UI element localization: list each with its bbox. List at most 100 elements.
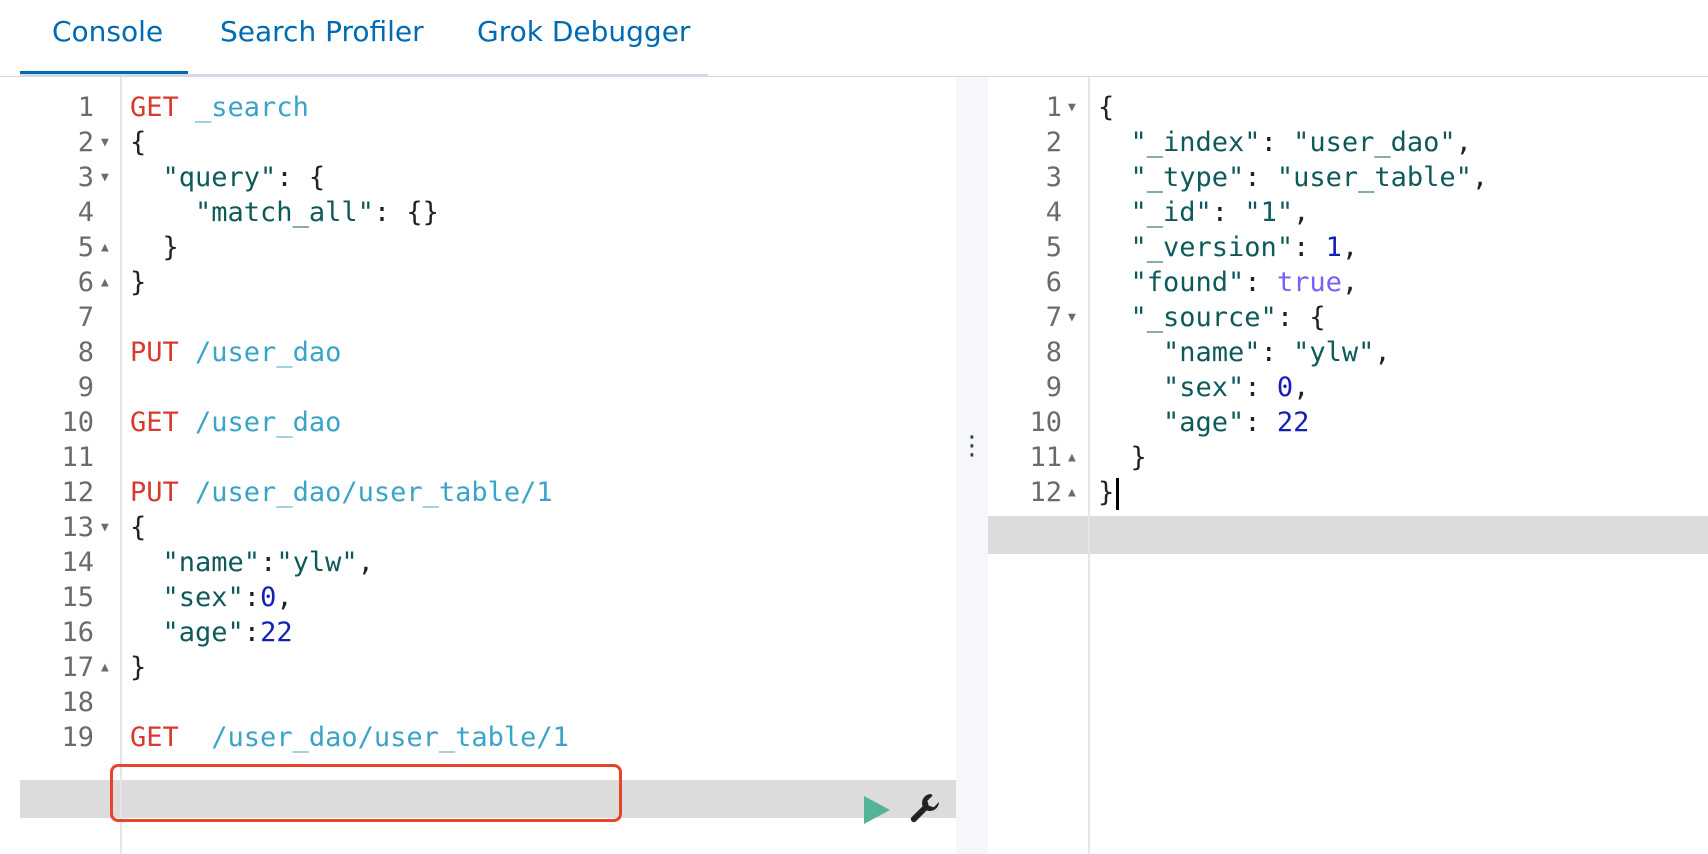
code-line[interactable]: 5 ▲ } — [0, 229, 956, 267]
token-punc — [1098, 127, 1131, 158]
token-punc — [1098, 372, 1163, 403]
code-line[interactable]: 17 ▲} — [0, 649, 956, 687]
code-text: { — [130, 509, 146, 547]
line-number: 2 — [77, 127, 94, 158]
request-highlight-box — [110, 764, 622, 822]
code-line[interactable]: 2 ▼ { — [0, 124, 956, 162]
line-number: 11 — [61, 442, 94, 473]
token-punc: } — [130, 232, 179, 263]
resize-handle-icon[interactable]: ⋮ — [956, 433, 988, 459]
code-line[interactable]: 9 "sex": 0, — [988, 369, 1708, 407]
token-key: "name" — [162, 547, 261, 578]
pane-resizer[interactable]: ⋮ — [956, 77, 988, 854]
code-line[interactable]: 4 "_id": "1", — [988, 194, 1708, 232]
tab-console[interactable]: Console — [52, 12, 163, 52]
token-num: 0 — [260, 582, 277, 613]
fold-toggle-up-icon[interactable]: ▲ — [1068, 439, 1076, 477]
code-text: "match_all": {} — [130, 194, 439, 232]
code-line[interactable]: 18 — [0, 684, 956, 722]
code-line[interactable]: 13 ▼ { — [0, 509, 956, 547]
code-text: } — [1098, 474, 1120, 512]
line-number: 9 — [77, 372, 94, 403]
fold-toggle-up-icon[interactable]: ▲ — [1068, 474, 1076, 512]
token-key: "_source" — [1130, 302, 1277, 333]
fold-toggle-up-icon[interactable]: ▲ — [101, 229, 109, 267]
fold-toggle-down-icon[interactable]: ▼ — [101, 159, 109, 197]
code-text: "name":"ylw", — [130, 544, 374, 582]
code-line[interactable]: 4 "match_all": {} — [0, 194, 956, 232]
code-line[interactable]: 1 ▼ { — [988, 89, 1708, 127]
code-line[interactable]: 6 "found": true, — [988, 264, 1708, 302]
token-punc: } — [1098, 477, 1115, 508]
token-bool: true — [1276, 267, 1342, 298]
code-line[interactable]: 16 "age":22 — [0, 614, 956, 652]
line-number: 3 — [77, 162, 94, 193]
token-punc: } — [1098, 442, 1147, 473]
token-punc — [130, 197, 195, 228]
token-method: GET — [130, 92, 179, 123]
fold-toggle-up-icon[interactable]: ▲ — [101, 649, 109, 687]
request-options-button[interactable] — [908, 791, 944, 827]
tab-bar: Console Search Profiler Grok Debugger — [0, 0, 1708, 77]
code-line[interactable]: 1 GET _search — [0, 89, 956, 127]
fold-toggle-down-icon[interactable]: ▼ — [1068, 89, 1076, 127]
token-method: GET — [130, 722, 179, 753]
token-punc — [1098, 197, 1131, 228]
code-line[interactable]: 6 ▲} — [0, 264, 956, 302]
token-method: PUT — [130, 337, 179, 368]
token-punc — [130, 162, 163, 193]
code-line[interactable]: 3 "_type": "user_table", — [988, 159, 1708, 197]
tab-search-profiler[interactable]: Search Profiler — [220, 12, 424, 52]
code-line[interactable]: 5 "_version": 1, — [988, 229, 1708, 267]
code-line[interactable]: 14 "name":"ylw", — [0, 544, 956, 582]
code-line[interactable]: 3 ▼ "query": { — [0, 159, 956, 197]
code-line[interactable]: 10 GET /user_dao — [0, 404, 956, 442]
token-punc: , — [276, 582, 293, 613]
code-line[interactable]: 15 "sex":0, — [0, 579, 956, 617]
code-text: "age": 22 — [1098, 404, 1309, 442]
code-line[interactable]: 11 ▲ } — [988, 439, 1708, 477]
line-number: 9 — [1045, 372, 1062, 403]
token-str: "1" — [1244, 197, 1294, 228]
code-line[interactable]: 2 "_index": "user_dao", — [988, 124, 1708, 162]
token-url: /user_dao — [178, 407, 342, 438]
token-num: 0 — [1276, 372, 1294, 403]
code-line[interactable]: 9 — [0, 369, 956, 407]
line-number: 7 — [1045, 302, 1062, 333]
token-num: 1 — [1325, 232, 1342, 263]
token-url: /user_dao/user_table/1 — [178, 477, 553, 508]
line-number: 15 — [61, 582, 94, 613]
token-punc: : — [1244, 407, 1277, 438]
code-line[interactable]: 12 PUT /user_dao/user_table/1 — [0, 474, 956, 512]
fold-toggle-down-icon[interactable]: ▼ — [101, 509, 109, 547]
line-number: 3 — [1045, 162, 1062, 193]
token-punc — [1098, 302, 1131, 333]
code-line[interactable]: 19 GET /user_dao/user_table/1 — [0, 719, 956, 757]
line-number: 4 — [1045, 197, 1062, 228]
token-key: "sex" — [162, 582, 244, 613]
code-line[interactable]: 7 — [0, 299, 956, 337]
token-key: "_id" — [1130, 197, 1212, 228]
token-num: 22 — [260, 617, 293, 648]
response-viewer[interactable]: 1 ▼{2 "_index": "user_dao", 3 "_type": "us… — [988, 77, 1708, 854]
code-line[interactable]: 7 ▼ "_source": { — [988, 299, 1708, 337]
line-number: 5 — [1045, 232, 1062, 263]
code-line[interactable]: 11 — [0, 439, 956, 477]
request-editor[interactable]: 1 GET _search 2 ▼{3 ▼ "query": {4 "match_all… — [0, 77, 956, 854]
tab-grok-debugger[interactable]: Grok Debugger — [477, 12, 690, 52]
fold-toggle-down-icon[interactable]: ▼ — [101, 124, 109, 162]
token-punc: : — [1244, 162, 1277, 193]
code-line[interactable]: 8 "name": "ylw", — [988, 334, 1708, 372]
code-line[interactable]: 10 "age": 22 — [988, 404, 1708, 442]
token-key: "query" — [162, 162, 277, 193]
fold-toggle-down-icon[interactable]: ▼ — [1068, 299, 1076, 337]
token-key: "age" — [162, 617, 244, 648]
code-line[interactable]: 12 ▲} — [988, 474, 1708, 512]
fold-toggle-up-icon[interactable]: ▲ — [101, 264, 109, 302]
code-text: "found": true, — [1098, 264, 1359, 302]
send-request-button[interactable] — [860, 793, 894, 827]
line-number: 1 — [77, 92, 94, 123]
code-line[interactable]: 8 PUT /user_dao — [0, 334, 956, 372]
line-number: 8 — [1045, 337, 1062, 368]
line-number: 6 — [77, 267, 94, 298]
